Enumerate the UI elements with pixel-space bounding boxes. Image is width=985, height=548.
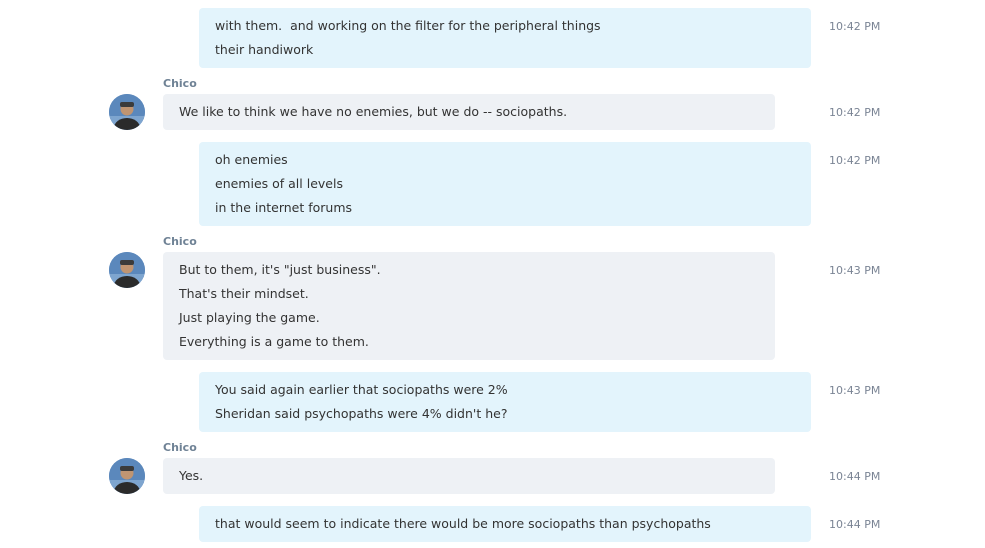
message-text: Everything is a game to them. — [179, 334, 369, 349]
sender-name: Chico — [163, 77, 197, 90]
message-text: Yes. — [179, 468, 204, 483]
outgoing-message-bubble[interactable]: that would seem to indicate there would … — [199, 506, 811, 542]
sender-name: Chico — [163, 235, 197, 248]
avatar-photo-icon — [109, 94, 145, 130]
chat-conversation: with them. and working on the filter for… — [0, 0, 985, 548]
message-text: We like to think we have no enemies, but… — [179, 104, 568, 119]
message-timestamp: 10:44 PM — [829, 470, 881, 483]
outgoing-message-bubble[interactable]: You said again earlier that sociopaths w… — [199, 372, 811, 432]
message-text: You said again earlier that sociopaths w… — [215, 382, 508, 397]
avatar-photo-icon — [109, 458, 145, 494]
message-timestamp: 10:44 PM — [829, 518, 881, 531]
message-text: with them. and working on the filter for… — [215, 18, 601, 33]
sender-name: Chico — [163, 441, 197, 454]
message-text: in the internet forums — [215, 200, 353, 215]
message-timestamp: 10:43 PM — [829, 384, 881, 397]
message-text: But to them, it's "just business". — [179, 262, 381, 277]
message-text: that would seem to indicate there would … — [215, 516, 711, 531]
message-text: Just playing the game. — [179, 310, 320, 325]
message-timestamp: 10:42 PM — [829, 20, 881, 33]
message-text: Sheridan said psychopaths were 4% didn't… — [215, 406, 508, 421]
message-text: That's their mindset. — [179, 286, 309, 301]
incoming-message-bubble[interactable]: Yes. — [163, 458, 775, 494]
contact-avatar[interactable] — [109, 458, 145, 494]
avatar-photo-icon — [109, 252, 145, 288]
outgoing-message-bubble[interactable]: with them. and working on the filter for… — [199, 8, 811, 68]
message-timestamp: 10:43 PM — [829, 264, 881, 277]
incoming-message-bubble[interactable]: We like to think we have no enemies, but… — [163, 94, 775, 130]
message-timestamp: 10:42 PM — [829, 154, 881, 167]
message-text: enemies of all levels — [215, 176, 343, 191]
contact-avatar[interactable] — [109, 94, 145, 130]
message-text: oh enemies — [215, 152, 288, 167]
contact-avatar[interactable] — [109, 252, 145, 288]
message-text: their handiwork — [215, 42, 314, 57]
incoming-message-bubble[interactable]: But to them, it's "just business". That'… — [163, 252, 775, 360]
outgoing-message-bubble[interactable]: oh enemies enemies of all levels in the … — [199, 142, 811, 226]
message-timestamp: 10:42 PM — [829, 106, 881, 119]
